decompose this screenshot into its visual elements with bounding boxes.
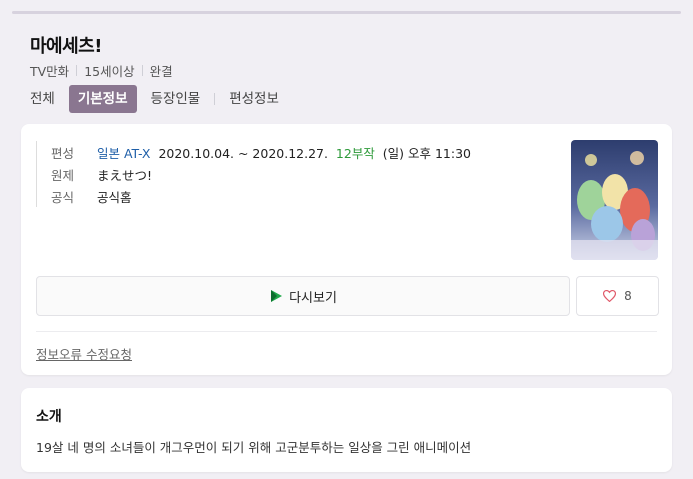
meta-separator <box>76 65 78 76</box>
original-title-row: 원제 まえせつ! <box>51 163 471 185</box>
broadcast-dates: 2020.10.04. ~ 2020.12.27. <box>158 145 328 161</box>
broadcast-time: (일) 오후 11:30 <box>382 145 472 161</box>
broadcast-label: 편성 <box>51 145 75 161</box>
tab-basic-info[interactable]: 기본정보 <box>68 85 137 113</box>
original-title-label: 원제 <box>51 167 75 183</box>
like-button[interactable]: 8 <box>576 276 659 316</box>
intro-text: 19살 네 명의 소녀들이 개그우먼이 되기 위해 고군분투하는 일상을 그린 … <box>36 440 472 455</box>
official-homepage-link[interactable]: 공식홈 <box>97 187 132 206</box>
heart-icon <box>603 290 617 302</box>
intro-title: 소개 <box>36 409 62 425</box>
replay-button[interactable]: 다시보기 <box>36 276 570 316</box>
page-title: 마에세츠! <box>30 36 102 57</box>
official-row: 공식 공식홈 <box>51 185 471 207</box>
meta-genre: TV만화 <box>30 64 70 79</box>
play-icon <box>271 290 283 302</box>
top-divider <box>12 11 681 14</box>
tab-bar: 전체 기본정보 등장인물 편성정보 <box>30 85 293 113</box>
broadcast-episodes: 12부작 <box>335 145 375 161</box>
poster-image[interactable] <box>571 140 658 260</box>
broadcast-row: 편성 일본 AT-X 2020.10.04. ~ 2020.12.27. 12부… <box>51 141 471 163</box>
intro-card: 소개 19살 네 명의 소녀들이 개그우먼이 되기 위해 고군분투하는 일상을 … <box>21 388 672 472</box>
basic-info-card: 편성 일본 AT-X 2020.10.04. ~ 2020.12.27. 12부… <box>21 124 672 375</box>
poster-artwork <box>571 140 658 260</box>
info-list: 편성 일본 AT-X 2020.10.04. ~ 2020.12.27. 12부… <box>36 141 471 207</box>
meta-rating: 15세이상 <box>84 64 135 79</box>
meta-status: 완결 <box>149 64 173 79</box>
tab-characters[interactable]: 등장인물 <box>151 85 201 113</box>
tab-schedule[interactable]: 편성정보 <box>229 85 279 113</box>
card-divider <box>36 331 657 332</box>
replay-label: 다시보기 <box>289 290 337 306</box>
report-error-link[interactable]: 정보오류 수정요청 <box>36 344 132 363</box>
tab-all[interactable]: 전체 <box>30 85 55 113</box>
meta-info: TV만화 15세이상 완결 <box>30 61 173 80</box>
broadcast-channel-link[interactable]: 일본 AT-X <box>97 146 151 161</box>
tab-separator <box>214 93 216 105</box>
original-title-value: まえせつ! <box>97 167 153 183</box>
official-label: 공식 <box>51 189 75 205</box>
like-count: 8 <box>624 289 632 303</box>
meta-separator <box>141 65 143 76</box>
